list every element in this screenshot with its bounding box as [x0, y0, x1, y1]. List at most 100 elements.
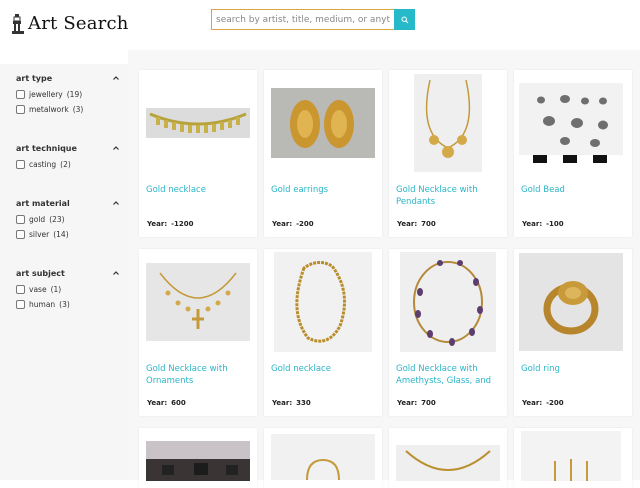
year-value: 600	[171, 399, 186, 407]
artwork-image[interactable]	[519, 83, 623, 163]
facet-title: art type	[16, 73, 53, 83]
artwork-card[interactable]: Gold Bead Year: -100	[514, 70, 632, 237]
results-grid: Gold necklace Year: -1200 Gold earrings Y…	[128, 50, 640, 488]
checkbox[interactable]	[16, 284, 25, 294]
year-label: Year:	[397, 220, 418, 228]
artwork-year: Year: -100	[522, 220, 564, 228]
year-label: Year:	[397, 399, 418, 407]
year-label: Year:	[147, 220, 168, 228]
artwork-image[interactable]	[274, 252, 372, 352]
artwork-title-link[interactable]: Gold necklace	[271, 363, 375, 375]
facet-header[interactable]: art material	[16, 197, 120, 209]
facet-header[interactable]: art technique	[16, 142, 120, 154]
year-label: Year:	[272, 220, 293, 228]
artwork-image[interactable]	[414, 74, 482, 172]
year-value: 700	[421, 399, 436, 407]
logo[interactable]: Art Search	[12, 13, 129, 34]
app-header: Art Search	[0, 0, 640, 50]
filter-option-gold[interactable]: gold (23)	[16, 213, 120, 225]
artwork-image[interactable]	[271, 434, 375, 480]
artwork-year: Year: -200	[272, 220, 314, 228]
option-label: metalwork	[29, 104, 69, 114]
artwork-image[interactable]	[521, 431, 621, 481]
artwork-title-link[interactable]: Gold Necklace with Pendants	[396, 184, 500, 208]
filter-option-vase[interactable]: vase (1)	[16, 283, 120, 295]
facet-art-subject: art subject vase (1) human (3)	[16, 267, 120, 310]
artwork-title-link[interactable]: Gold necklace	[146, 184, 250, 196]
artwork-image[interactable]	[146, 441, 250, 481]
facet-title: art technique	[16, 143, 77, 153]
artwork-year: Year: -1200	[147, 220, 194, 228]
year-value: -100	[546, 220, 564, 228]
option-label: silver	[29, 229, 50, 239]
option-count: (3)	[59, 299, 70, 309]
option-label: gold	[29, 214, 46, 224]
search-input[interactable]	[211, 9, 394, 30]
chevron-up-icon[interactable]	[112, 269, 120, 277]
artwork-title-link[interactable]: Gold ring	[521, 363, 625, 375]
facet-header[interactable]: art type	[16, 72, 120, 84]
artwork-image[interactable]	[271, 88, 375, 158]
checkbox[interactable]	[16, 299, 25, 309]
art-institute-logo-icon	[12, 13, 24, 34]
artwork-card[interactable]	[139, 428, 257, 488]
year-value: -200	[546, 399, 564, 407]
checkbox[interactable]	[16, 214, 25, 224]
artwork-card[interactable]: Gold necklace Year: 330	[264, 249, 382, 416]
artwork-image[interactable]	[146, 263, 250, 341]
search-bar	[211, 9, 415, 30]
filter-option-human[interactable]: human (3)	[16, 298, 120, 310]
artwork-card[interactable]: Gold Necklace with Amethysts, Glass, and…	[389, 249, 507, 416]
artwork-year: Year: 700	[397, 220, 436, 228]
artwork-card[interactable]	[514, 428, 632, 488]
year-value: 700	[421, 220, 436, 228]
year-label: Year:	[522, 220, 543, 228]
artwork-image[interactable]	[400, 252, 496, 352]
artwork-card[interactable]: Gold Necklace with Pendants Year: 700	[389, 70, 507, 237]
option-label: vase	[29, 284, 47, 294]
year-value: -1200	[171, 220, 194, 228]
artwork-card[interactable]	[389, 428, 507, 488]
artwork-card[interactable]	[264, 428, 382, 488]
artwork-card[interactable]: Gold necklace Year: -1200	[139, 70, 257, 237]
search-button[interactable]	[394, 9, 415, 30]
artwork-image[interactable]	[519, 253, 623, 351]
checkbox[interactable]	[16, 104, 25, 114]
checkbox[interactable]	[16, 89, 25, 99]
year-label: Year:	[147, 399, 168, 407]
facet-art-material: art material gold (23) silver (14)	[16, 197, 120, 240]
artwork-card[interactable]: Gold earrings Year: -200	[264, 70, 382, 237]
filter-option-casting[interactable]: casting (2)	[16, 158, 120, 170]
year-value: -200	[296, 220, 314, 228]
filter-option-jewellery[interactable]: jewellery (19)	[16, 88, 120, 100]
facet-art-technique: art technique casting (2)	[16, 142, 120, 170]
filter-option-silver[interactable]: silver (14)	[16, 228, 120, 240]
facet-header[interactable]: art subject	[16, 267, 120, 279]
checkbox[interactable]	[16, 229, 25, 239]
option-count: (1)	[50, 284, 62, 294]
artwork-image[interactable]	[146, 108, 250, 138]
option-label: jewellery	[29, 89, 63, 99]
filter-option-metalwork[interactable]: metalwork (3)	[16, 103, 120, 115]
chevron-up-icon[interactable]	[112, 144, 120, 152]
option-count: (2)	[60, 159, 71, 169]
artwork-title-link[interactable]: Gold earrings	[271, 184, 375, 196]
artwork-title-link[interactable]: Gold Bead	[521, 184, 625, 196]
option-label: casting	[29, 159, 57, 169]
artwork-card[interactable]: Gold Necklace with Ornaments Year: 600	[139, 249, 257, 416]
chevron-up-icon[interactable]	[112, 74, 120, 82]
artwork-card[interactable]: Gold ring Year: -200	[514, 249, 632, 416]
year-label: Year:	[272, 399, 293, 407]
year-value: 330	[296, 399, 311, 407]
artwork-title-link[interactable]: Gold Necklace with Ornaments	[146, 363, 250, 387]
artwork-image[interactable]	[396, 445, 500, 481]
artwork-year: Year: 600	[147, 399, 186, 407]
artwork-title-link[interactable]: Gold Necklace with Amethysts, Glass, and	[396, 363, 500, 387]
option-label: human	[29, 299, 56, 309]
artwork-year: Year: 700	[397, 399, 436, 407]
option-count: (19)	[66, 89, 83, 99]
year-label: Year:	[522, 399, 543, 407]
checkbox[interactable]	[16, 159, 25, 169]
chevron-up-icon[interactable]	[112, 199, 120, 207]
facet-art-type: art type jewellery (19) metalwork (3)	[16, 72, 120, 115]
